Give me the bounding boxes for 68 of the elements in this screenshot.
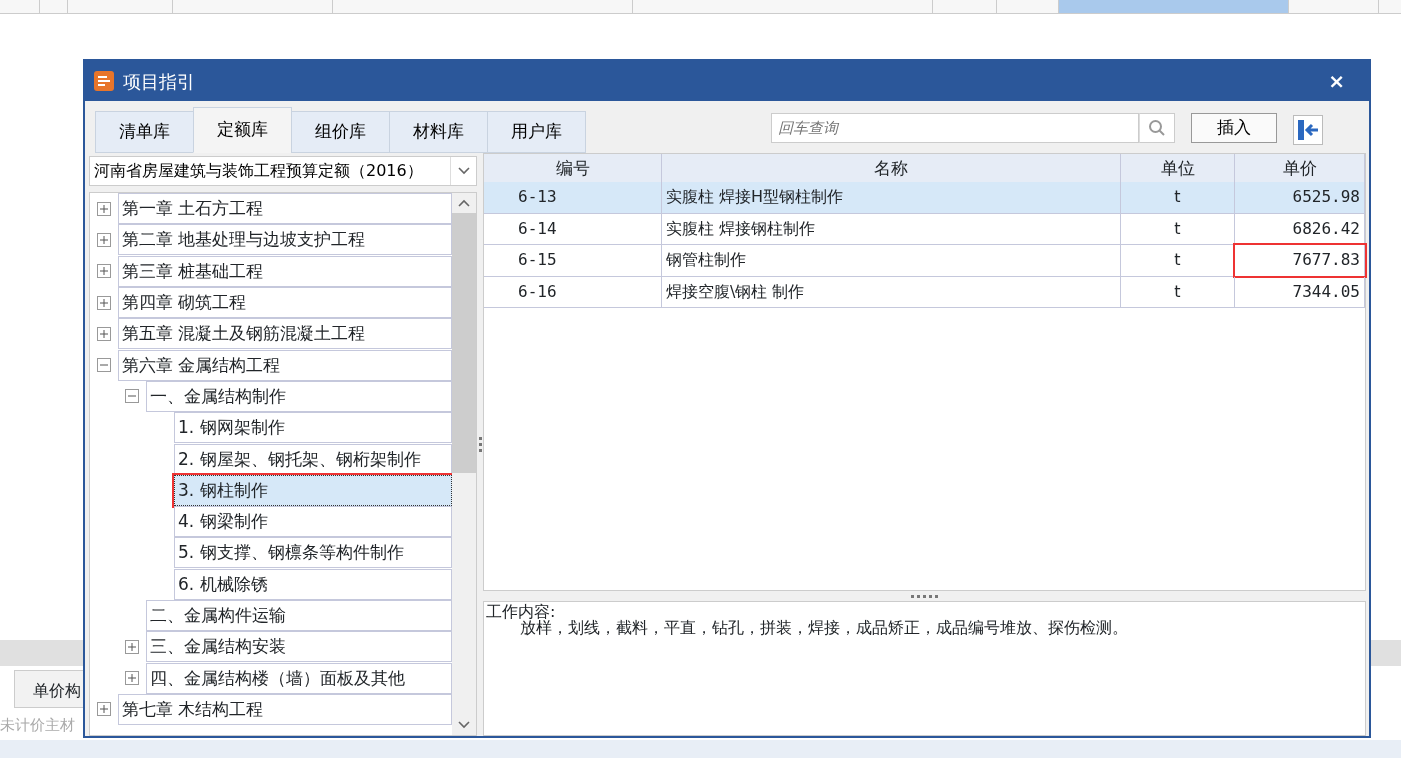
table-row[interactable]: 6-15 钢管柱制作 t 7677.83 xyxy=(484,245,1365,277)
section-label: 未计价主材 xyxy=(0,715,75,736)
splitter-handle-icon[interactable] xyxy=(910,594,939,598)
tree-item[interactable]: 2. 钢屋架、钢托架、钢桁架制作 xyxy=(174,443,453,475)
collapse-icon[interactable] xyxy=(97,358,111,373)
tree-item[interactable]: 1. 钢网架制作 xyxy=(174,412,453,444)
tree-item[interactable]: 第五章 混凝土及钢筋混凝土工程 xyxy=(118,318,453,350)
search-icon[interactable] xyxy=(1148,119,1166,137)
tab[interactable]: 组价库 xyxy=(291,111,390,153)
table-cell: 6826.42 xyxy=(1235,213,1365,244)
table-cell: 实腹柱 焊接H型钢柱制作 xyxy=(662,182,1121,213)
tree-item[interactable]: 3. 钢柱制作 xyxy=(174,474,453,506)
table-cell: 6-16 xyxy=(484,276,662,307)
tab[interactable]: 用户库 xyxy=(487,111,586,153)
app-icon xyxy=(93,70,115,92)
table-cell: 6525.98 xyxy=(1235,182,1365,213)
chevron-down-icon[interactable] xyxy=(457,167,470,175)
splitter-handle-icon[interactable] xyxy=(478,435,482,454)
tree-item[interactable]: 4. 钢梁制作 xyxy=(174,506,453,538)
tree-item[interactable]: 5. 钢支撑、钢檩条等构件制作 xyxy=(174,537,453,569)
tree-item[interactable]: 第七章 木结构工程 xyxy=(118,693,453,725)
dock-icon[interactable] xyxy=(1293,115,1323,145)
table-cell: t xyxy=(1121,245,1235,276)
table-cell: 6-15 xyxy=(484,245,662,276)
expand-icon[interactable] xyxy=(97,232,111,247)
table-cell: 7677.83 xyxy=(1235,245,1365,276)
expand-icon[interactable] xyxy=(97,201,111,216)
tree-item[interactable]: 二、金属构件运输 xyxy=(146,600,453,631)
table-cell: 6-13 xyxy=(484,182,662,213)
tab[interactable]: 定额库 xyxy=(193,107,292,153)
tree-item[interactable]: 第六章 金属结构工程 xyxy=(118,349,453,381)
table-row[interactable]: 6-13 实腹柱 焊接H型钢柱制作 t 6525.98 xyxy=(484,182,1365,214)
table-cell: 焊接空腹\钢柱 制作 xyxy=(662,276,1121,307)
table-row[interactable]: 6-14 实腹柱 焊接钢柱制作 t 6826.42 xyxy=(484,213,1365,245)
table-cell: 钢管柱制作 xyxy=(662,245,1121,276)
work-content-label: 工作内容: xyxy=(486,604,557,620)
tree-item[interactable]: 三、金属结构安装 xyxy=(146,631,453,663)
tab[interactable]: 材料库 xyxy=(389,111,488,153)
work-content-text: 放样，划线，截料，平直，钻孔，拼装，焊接，成品矫正，成品编号堆放、探伤检测。 xyxy=(520,620,1129,636)
table-row[interactable]: 6-16 焊接空腹\钢柱 制作 t 7344.05 xyxy=(484,276,1365,308)
collapse-icon[interactable] xyxy=(125,389,139,404)
expand-icon[interactable] xyxy=(97,326,111,341)
search-field[interactable]: 回车查询 xyxy=(771,113,1139,143)
table-cell: 6-14 xyxy=(484,213,662,244)
tree-item[interactable]: 四、金属结构楼（墙）面板及其他 xyxy=(146,662,453,694)
tree-item[interactable]: 6. 机械除锈 xyxy=(174,568,453,600)
expand-icon[interactable] xyxy=(97,264,111,279)
tree-item[interactable]: 第三章 桩基础工程 xyxy=(118,255,453,287)
tree-item[interactable]: 第二章 地基处理与边坡支护工程 xyxy=(118,224,453,256)
table-cell: t xyxy=(1121,276,1235,307)
table-cell: 7344.05 xyxy=(1235,276,1365,307)
scrollbar-thumb[interactable] xyxy=(452,213,477,473)
window-title: 项目指引 xyxy=(123,69,195,94)
tree-item[interactable]: 一、金属结构制作 xyxy=(146,380,453,412)
expand-icon[interactable] xyxy=(125,639,139,654)
tree-item[interactable]: 第一章 土石方工程 xyxy=(118,193,453,225)
selected-cell[interactable] xyxy=(1059,0,1289,13)
table-cell: t xyxy=(1121,182,1235,213)
tree-item[interactable]: 第四章 砌筑工程 xyxy=(118,287,453,319)
library-dropdown[interactable]: 河南省房屋建筑与装饰工程预算定额（2016） xyxy=(89,156,478,186)
expand-icon[interactable] xyxy=(97,295,111,310)
table-cell: 实腹柱 焊接钢柱制作 xyxy=(662,213,1121,244)
tab[interactable]: 清单库 xyxy=(95,111,194,153)
insert-button[interactable]: 插入 xyxy=(1191,113,1277,143)
expand-icon[interactable] xyxy=(125,671,139,686)
expand-icon[interactable] xyxy=(97,702,111,717)
table-cell: t xyxy=(1121,213,1235,244)
close-button[interactable]: × xyxy=(1328,66,1345,96)
